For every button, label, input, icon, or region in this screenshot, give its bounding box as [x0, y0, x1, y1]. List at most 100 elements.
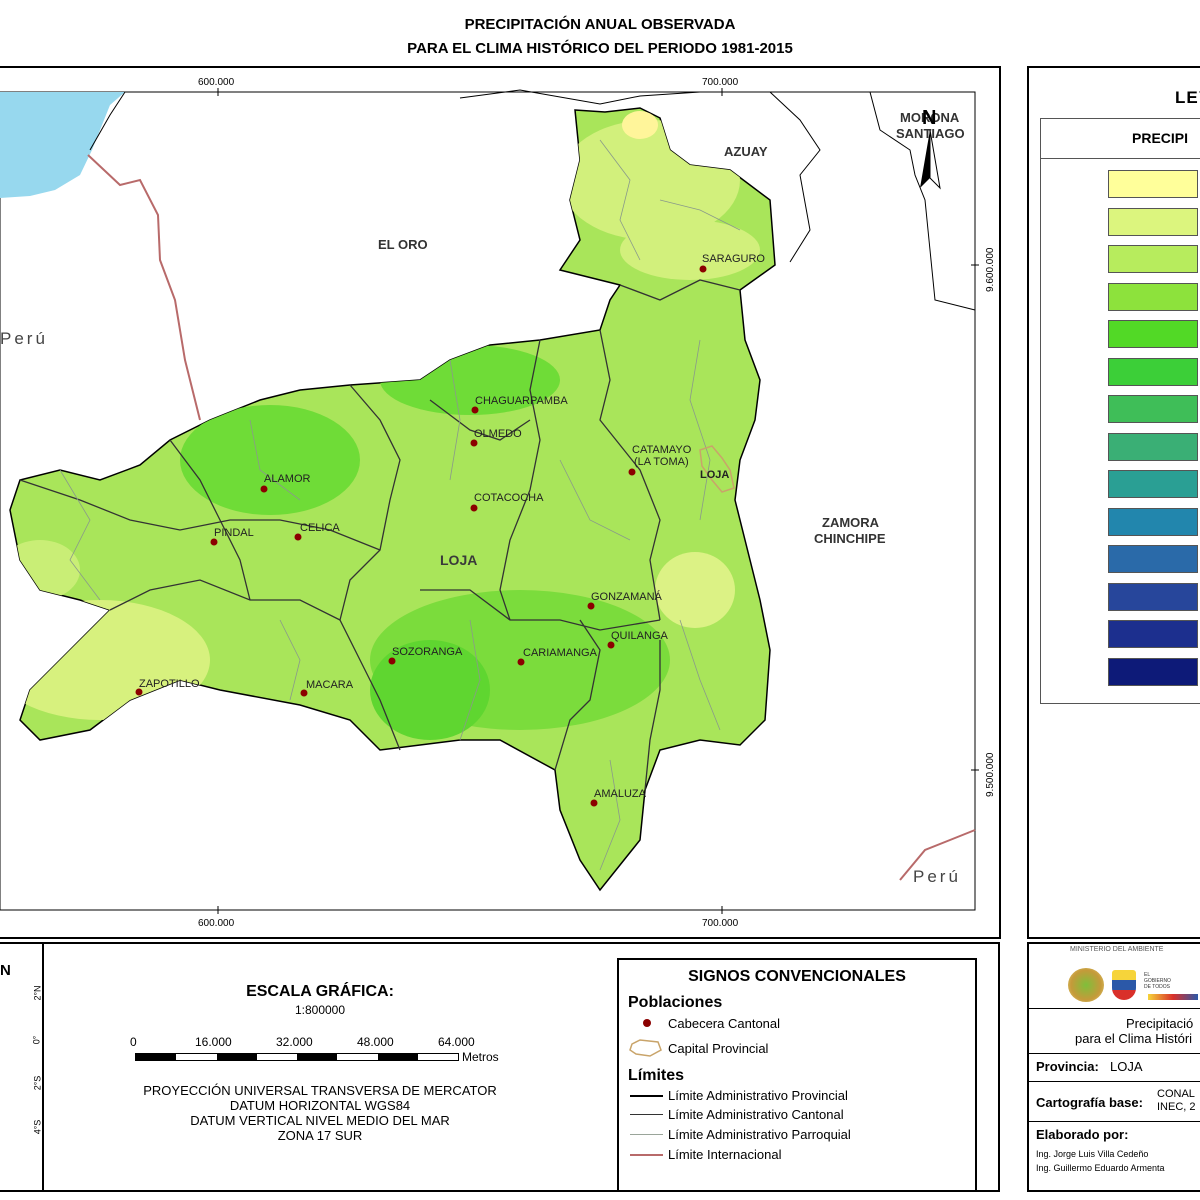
inset-tick-2s: 2°S — [32, 1075, 43, 1091]
town-label-gonzamana: GONZAMANÁ — [591, 590, 663, 603]
amaluza-marker — [590, 799, 598, 807]
limit-provincial-icon — [630, 1095, 663, 1097]
legend-swatch — [1108, 657, 1198, 686]
scale-tick-4: 64.000 — [438, 1035, 475, 1049]
signs-capital: Capital Provincial — [668, 1041, 769, 1056]
map-title-line1: PRECIPITACIÓN ANUAL OBSERVADA — [464, 16, 736, 33]
town-label-celica: CELICA — [300, 522, 340, 534]
ecuador-shield-icon — [1112, 970, 1136, 1000]
town-label-macara: MACARA — [306, 679, 354, 691]
scale-unit: Metros — [462, 1050, 499, 1064]
svg-text:N: N — [922, 107, 936, 129]
info-cart-label: Cartografía base: — [1036, 1095, 1143, 1110]
legend-swatch — [1108, 545, 1198, 573]
alamor-marker — [260, 485, 268, 493]
projection-line3: DATUM VERTICAL NIVEL MEDIO DEL MAR — [190, 1113, 450, 1128]
legend-swatch — [1108, 282, 1198, 311]
town-label-zapotillo: ZAPOTILLO — [139, 678, 200, 690]
region-peru-south: Perú — [913, 867, 961, 886]
region-peru-west: Perú — [0, 329, 48, 348]
town-label-olmedo: OLMEDO — [474, 428, 522, 440]
town-label-chaguarpamba: CHAGUARPAMBA — [475, 395, 568, 407]
projection-line4: ZONA 17 SUR — [277, 1128, 363, 1143]
pindal-marker — [210, 538, 218, 546]
legend-swatch — [1108, 170, 1198, 198]
coord-bottom-1: 600.000 — [198, 918, 235, 929]
town-label-catamayo: CATAMAYO — [632, 444, 692, 456]
info-cart-value-1: CONAL — [1157, 1088, 1195, 1100]
legend-swatch — [1108, 395, 1198, 423]
signs-lim-int: Límite Internacional — [668, 1147, 782, 1162]
region-azuay: AZUAY — [724, 144, 768, 159]
celica-marker — [294, 533, 302, 541]
region-zamora: ZAMORA — [822, 515, 880, 530]
location-inset-label: N — [0, 962, 11, 979]
capital-outline-icon — [629, 1039, 662, 1057]
info-divider-2 — [1028, 1053, 1200, 1054]
ministry-name: MINISTERIO DEL AMBIENTE — [1070, 946, 1164, 953]
scale-tick-0: 0 — [130, 1035, 137, 1049]
legend-swatch — [1108, 582, 1198, 611]
town-label-quilanga: QUILANGA — [611, 630, 669, 642]
coord-right-1: 9.600.000 — [985, 247, 996, 292]
info-desc-2: para el Clima Históri — [1075, 1031, 1193, 1046]
town-label-cotacocha: COTACOCHA — [474, 492, 544, 504]
town-label-alamor: ALAMOR — [264, 473, 311, 485]
chaguarpamba-marker — [471, 406, 479, 414]
region-chinchipe: CHINCHIPE — [814, 531, 886, 546]
region-el-oro: EL ORO — [378, 237, 428, 252]
zone-driest-north — [622, 111, 658, 139]
projection-info: PROYECCIÓN UNIVERSAL TRANSVERSA DE MERCA… — [100, 1083, 540, 1143]
coord-top-1: 600.000 — [198, 77, 235, 88]
signs-lim-parr: Límite Administrativo Parroquial — [668, 1127, 851, 1142]
legend-swatch — [1108, 470, 1198, 498]
info-prov-label: Provincia: — [1036, 1059, 1099, 1074]
legend-swatch — [1108, 620, 1198, 648]
town-label-amaluza: AMALUZA — [594, 788, 647, 800]
signs-cabecera: Cabecera Cantonal — [668, 1016, 781, 1031]
info-divider-4 — [1028, 1121, 1200, 1122]
zone-saraguro — [620, 220, 760, 280]
legend-swatch — [1108, 245, 1198, 273]
legend-divider — [1040, 158, 1200, 159]
coord-right-2: 9.500.000 — [985, 752, 996, 797]
town-label-pindal: PINDAL — [214, 527, 254, 539]
legend-swatch — [1108, 207, 1198, 236]
cotacocha-marker — [470, 504, 478, 512]
legend-swatch — [1108, 320, 1198, 348]
cariamanga-marker — [517, 658, 525, 666]
limit-cantonal-icon — [630, 1114, 663, 1115]
signs-poblaciones: Poblaciones — [628, 994, 723, 1011]
quilanga-marker — [607, 641, 615, 649]
signs-lim-cant: Límite Administrativo Cantonal — [668, 1107, 844, 1122]
legend-subtitle: PRECIPI — [1132, 130, 1189, 146]
legend-title: LEY — [1175, 88, 1200, 107]
map-canvas: SARAGURO CHAGUARPAMBA OLMEDO CATAMAYO (L… — [0, 77, 996, 929]
inset-tick-0: 0° — [31, 1035, 42, 1045]
info-prov-value: LOJA — [1110, 1059, 1143, 1074]
town-label-la-toma: (LA TOMA) — [634, 456, 689, 468]
gob-label: EL GOBIERNO DE TODOS — [1144, 972, 1171, 990]
scale-tick-1: 16.000 — [195, 1035, 232, 1049]
limit-internacional-icon — [630, 1154, 663, 1156]
coord-bottom-2: 700.000 — [702, 918, 739, 929]
scale-tick-2: 32.000 — [276, 1035, 313, 1049]
olmedo-marker — [470, 439, 478, 447]
saraguro-marker — [699, 265, 707, 273]
scale-bar — [135, 1053, 459, 1061]
signs-limites: Límites — [628, 1067, 685, 1084]
limit-parroquial-icon — [630, 1134, 663, 1135]
sozoranga-marker — [388, 657, 396, 665]
catamayo-marker — [628, 468, 636, 476]
scale-tick-3: 48.000 — [357, 1035, 394, 1049]
info-divider-3 — [1028, 1081, 1200, 1082]
scale-ratio: 1:800000 — [294, 1003, 346, 1017]
gonzamana-marker — [587, 602, 595, 610]
town-label-saraguro: SARAGURO — [702, 253, 765, 265]
info-cart-value-2: INEC, 2 — [1157, 1101, 1196, 1113]
ministry-logo-icon — [1068, 968, 1104, 1002]
projection-line1: PROYECCIÓN UNIVERSAL TRANSVERSA DE MERCA… — [143, 1083, 497, 1098]
info-person-1: Ing. Jorge Luis Villa Cedeño — [1036, 1149, 1149, 1159]
projection-line2: DATUM HORIZONTAL WGS84 — [229, 1098, 411, 1113]
zone-wet-alamor — [180, 405, 360, 515]
